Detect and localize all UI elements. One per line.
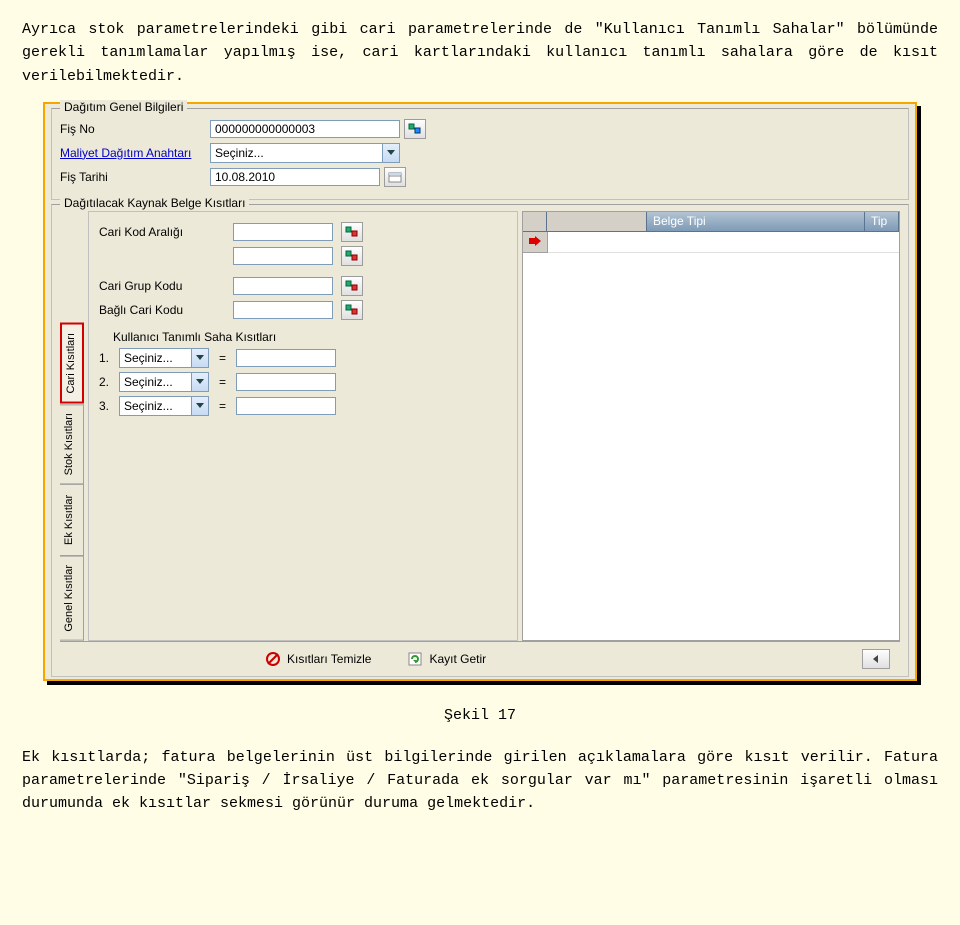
- paragraph-bottom: Ek kısıtlarda; fatura belgelerinin üst b…: [22, 746, 938, 816]
- row-fis-no: Fiş No: [60, 119, 900, 139]
- cari-kod-to-input[interactable]: [233, 247, 333, 265]
- row-num-2: 2.: [99, 375, 115, 389]
- clear-filters-button[interactable]: Kısıtları Temizle: [254, 648, 382, 670]
- fis-no-input[interactable]: [210, 120, 400, 138]
- lower-body: Genel Kısıtlar Ek Kısıtlar Stok Kısıtlar…: [60, 211, 900, 641]
- tarih-input[interactable]: [210, 168, 380, 186]
- anahtar-combo-value: Seçiniz...: [215, 146, 264, 160]
- tab-cari-kisitlari[interactable]: Cari Kısıtları: [60, 323, 84, 404]
- grid-col-tip[interactable]: Tip: [865, 212, 899, 232]
- cari-kod-from-input[interactable]: [233, 223, 333, 241]
- combo-value: Seçiniz...: [124, 375, 173, 389]
- saha1-combo[interactable]: Seçiniz...: [119, 348, 209, 368]
- bagli-cari-label: Bağlı Cari Kodu: [99, 303, 229, 317]
- header-legend: Dağıtım Genel Bilgileri: [60, 100, 187, 114]
- tab-stok-kisitlari[interactable]: Stok Kısıtları: [60, 404, 84, 484]
- calendar-icon[interactable]: [384, 167, 406, 187]
- row-num-1: 1.: [99, 351, 115, 365]
- vertical-tabs: Genel Kısıtlar Ek Kısıtlar Stok Kısıtlar…: [60, 211, 84, 641]
- clear-filters-label: Kısıtları Temizle: [287, 652, 371, 666]
- header-fieldset: Dağıtım Genel Bilgileri Fiş No Maliyet D…: [51, 108, 909, 200]
- lookup-icon[interactable]: [341, 300, 363, 320]
- cari-grup-input[interactable]: [233, 277, 333, 295]
- lookup-icon[interactable]: [404, 119, 426, 139]
- chevron-down-icon: [191, 349, 208, 367]
- chevron-down-icon: [382, 144, 399, 162]
- tab-genel-kisitlar[interactable]: Genel Kısıtlar: [60, 556, 84, 641]
- cari-kisit-panel: Cari Kod Aralığı Cari Grup Kodu: [88, 211, 518, 641]
- equals-sign: =: [213, 351, 232, 365]
- scroll-left-button[interactable]: [862, 649, 890, 669]
- result-grid[interactable]: Belge Tipi Tip: [522, 211, 900, 641]
- saha2-combo[interactable]: Seçiniz...: [119, 372, 209, 392]
- bagli-cari-input[interactable]: [233, 301, 333, 319]
- anahtar-link[interactable]: Maliyet Dağıtım Anahtarı: [60, 146, 210, 160]
- footer-toolbar: Kısıtları Temizle Kayıt Getir: [60, 641, 900, 676]
- lookup-icon[interactable]: [341, 222, 363, 242]
- fetch-records-label: Kayıt Getir: [429, 652, 486, 666]
- equals-sign: =: [213, 375, 232, 389]
- app-screenshot: Dağıtım Genel Bilgileri Fiş No Maliyet D…: [43, 102, 917, 681]
- current-row-arrow-icon: [529, 235, 541, 249]
- saha1-input[interactable]: [236, 349, 336, 367]
- saha3-input[interactable]: [236, 397, 336, 415]
- equals-sign: =: [213, 399, 232, 413]
- combo-value: Seçiniz...: [124, 399, 173, 413]
- saha2-input[interactable]: [236, 373, 336, 391]
- chevron-down-icon: [191, 373, 208, 391]
- lookup-icon[interactable]: [341, 276, 363, 296]
- combo-value: Seçiniz...: [124, 351, 173, 365]
- chevron-down-icon: [191, 397, 208, 415]
- grid-col-belge-tipi[interactable]: Belge Tipi: [647, 212, 865, 232]
- paragraph-top: Ayrıca stok parametrelerindeki gibi cari…: [22, 18, 938, 88]
- lower-fieldset: Dağıtılacak Kaynak Belge Kısıtları Genel…: [51, 204, 909, 677]
- tab-ek-kisitlar[interactable]: Ek Kısıtlar: [60, 484, 84, 556]
- figure-caption: Şekil 17: [22, 707, 938, 724]
- cari-kod-araligi-label: Cari Kod Aralığı: [99, 225, 229, 239]
- row-anahtar: Maliyet Dağıtım Anahtarı Seçiniz...: [60, 143, 900, 163]
- tarih-label: Fiş Tarihi: [60, 170, 210, 184]
- lower-legend: Dağıtılacak Kaynak Belge Kısıtları: [60, 196, 249, 210]
- row-num-3: 3.: [99, 399, 115, 413]
- lookup-icon[interactable]: [341, 246, 363, 266]
- row-tarih: Fiş Tarihi: [60, 167, 900, 187]
- fetch-records-button[interactable]: Kayıt Getir: [396, 648, 497, 670]
- saha3-combo[interactable]: Seçiniz...: [119, 396, 209, 416]
- saha-kisit-title: Kullanıcı Tanımlı Saha Kısıtları: [113, 330, 507, 344]
- cari-grup-label: Cari Grup Kodu: [99, 279, 229, 293]
- fis-no-label: Fiş No: [60, 122, 210, 136]
- anahtar-combo[interactable]: Seçiniz...: [210, 143, 400, 163]
